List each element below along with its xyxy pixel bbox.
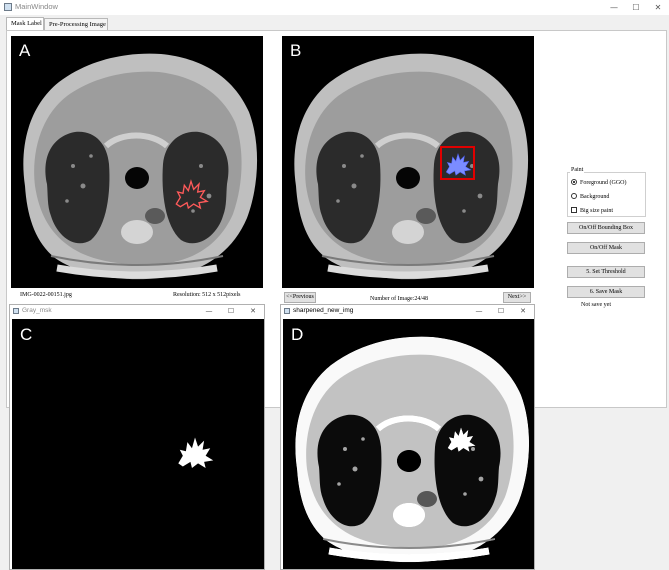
gray-mask-title-bar[interactable]: Gray_msk — ☐ ✕ xyxy=(10,305,264,317)
bounding-box-toggle-button[interactable]: On/Off Bounding Box xyxy=(567,222,645,234)
checkbox-icon xyxy=(571,207,577,213)
gray-mask-window[interactable]: Gray_msk — ☐ ✕ C xyxy=(9,304,265,570)
paint-group-title: Paint xyxy=(570,167,585,173)
close-button[interactable]: ✕ xyxy=(646,0,669,15)
panel-label-d: D xyxy=(291,325,304,344)
minimize-button[interactable]: — xyxy=(602,0,626,15)
close-button[interactable]: ✕ xyxy=(512,305,534,317)
tab-mask-label[interactable]: Mask Label xyxy=(6,17,44,30)
background-radio[interactable]: Background xyxy=(571,193,609,200)
minimize-button[interactable]: — xyxy=(468,305,490,317)
save-mask-button[interactable]: 6. Save Mask xyxy=(567,286,645,298)
mask-shape xyxy=(172,433,218,471)
window-title-bar: MainWindow — ☐ ✕ xyxy=(0,0,669,15)
set-threshold-button[interactable]: 5. Set Threshold xyxy=(567,266,645,278)
panel-label-c: C xyxy=(20,325,33,344)
panel-label-a: A xyxy=(19,41,31,60)
app-icon xyxy=(4,3,12,11)
image-resolution: Resolution: 512 x 512pixels xyxy=(173,292,241,298)
big-size-paint-label: Big size paint xyxy=(580,208,613,214)
foreground-label: Foreground (GGO) xyxy=(580,180,627,186)
lesion-contour xyxy=(171,176,211,212)
window-icon xyxy=(13,308,19,314)
radio-icon xyxy=(571,193,577,199)
previous-button[interactable]: <<Previous xyxy=(284,292,316,303)
image-filename: IMG-0022-00151.jpg xyxy=(20,292,72,298)
close-button[interactable]: ✕ xyxy=(242,305,264,317)
mask-toggle-button[interactable]: On/Off Mask xyxy=(567,242,645,254)
window-title: MainWindow xyxy=(15,2,58,11)
next-button[interactable]: Next>> xyxy=(503,292,531,303)
image-count: Number of Image:24/48 xyxy=(370,296,428,302)
original-image-view[interactable]: A xyxy=(11,36,263,288)
gray-mask-title: Gray_msk xyxy=(22,307,52,314)
sharpened-image-window[interactable]: sharpened_new_img — ☐ ✕ D xyxy=(280,304,535,570)
maximize-button[interactable]: ☐ xyxy=(220,305,242,317)
panel-label-b: B xyxy=(290,41,302,60)
gray-mask-image: C xyxy=(12,319,264,569)
background-label: Background xyxy=(580,194,610,200)
radio-selected-icon xyxy=(571,179,577,185)
bounding-box[interactable] xyxy=(440,146,475,180)
minimize-button[interactable]: — xyxy=(198,305,220,317)
maximize-button[interactable]: ☐ xyxy=(624,0,648,15)
save-status: Not save yet xyxy=(581,302,611,308)
foreground-radio[interactable]: Foreground (GGO) xyxy=(571,179,627,186)
lesion-shape xyxy=(443,423,479,455)
sharpened-image: D xyxy=(283,319,534,569)
labeled-image-view[interactable]: B xyxy=(282,36,534,288)
tab-pre-processing-image[interactable]: Pre-Processing Image xyxy=(44,18,108,30)
sharpened-title-bar[interactable]: sharpened_new_img — ☐ ✕ xyxy=(281,305,534,317)
sharpened-title: sharpened_new_img xyxy=(293,307,354,314)
big-size-paint-checkbox[interactable]: Big size paint xyxy=(571,207,613,214)
window-icon xyxy=(284,308,290,314)
maximize-button[interactable]: ☐ xyxy=(490,305,512,317)
